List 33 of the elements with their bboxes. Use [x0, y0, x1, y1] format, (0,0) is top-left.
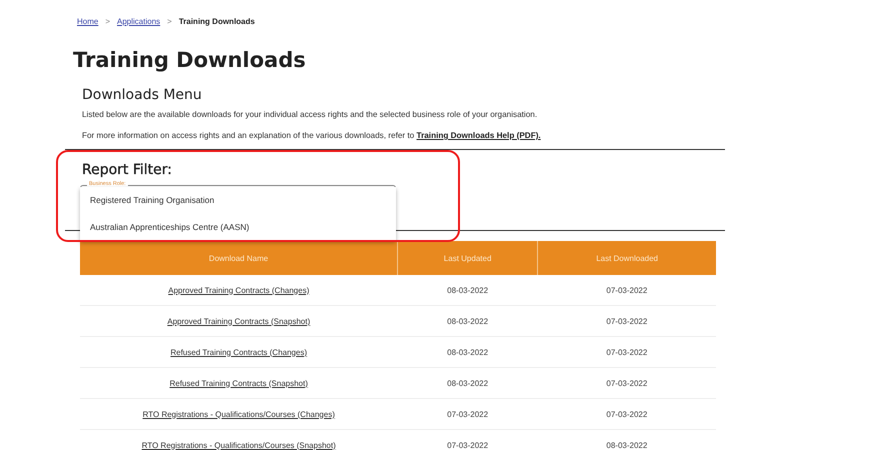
date-cell: 08-03-2022: [447, 348, 488, 356]
help-text: For more information on access rights and an explanation of the various downloads, refer to Training Downloads Help (PDF).: [82, 130, 542, 141]
download-link[interactable]: Approved Training Contracts (Snapshot): [167, 316, 310, 326]
date-cell: 07-03-2022: [606, 348, 648, 356]
filter-heading: Report Filter:: [81, 161, 174, 179]
download-link[interactable]: Refused Training Contracts (Snapshot): [170, 378, 308, 388]
intro-text: Listed below are the available downloads for your individual access rights and the selected business role of your organisation.: [82, 109, 538, 120]
download-link[interactable]: RTO Registrations - Qualifications/Courses (Snapshot): [142, 440, 336, 450]
date-cell: 07-03-2022: [606, 378, 648, 388]
download-link[interactable]: RTO Registrations - Qualifications/Courses (Changes): [142, 410, 335, 418]
breadcrumb-separator: >: [167, 16, 172, 26]
page-title: Training Downloads: [73, 47, 307, 74]
date-cell: 07-03-2022: [606, 286, 648, 294]
column-header: Last Updated: [398, 241, 538, 275]
help-link[interactable]: Training Downloads Help (PDF).: [416, 131, 541, 140]
date-cell: 07-03-2022: [447, 410, 488, 418]
date-cell: 07-03-2022: [606, 410, 648, 418]
section-heading: Downloads Menu: [82, 86, 203, 105]
download-link[interactable]: Refused Training Contracts (Changes): [170, 348, 307, 356]
date-cell: 07-03-2022: [606, 316, 648, 326]
dropdown-option[interactable]: Registered Training Organisation: [80, 187, 396, 214]
column-header: Last Downloaded: [538, 241, 716, 275]
column-header: Download Name: [80, 241, 398, 275]
download-link[interactable]: Approved Training Contracts (Changes): [168, 286, 310, 294]
date-cell: 08-03-2022: [447, 316, 488, 326]
breadcrumb-link[interactable]: Applications: [117, 16, 160, 26]
breadcrumb-separator: >: [105, 16, 110, 26]
date-cell: 08-03-2022: [447, 286, 488, 294]
date-cell: 08-03-2022: [606, 440, 648, 450]
date-cell: 07-03-2022: [447, 440, 488, 450]
breadcrumb-link[interactable]: Home: [77, 16, 98, 26]
date-cell: 08-03-2022: [447, 378, 488, 388]
breadcrumb-current: Training Downloads: [178, 16, 255, 26]
